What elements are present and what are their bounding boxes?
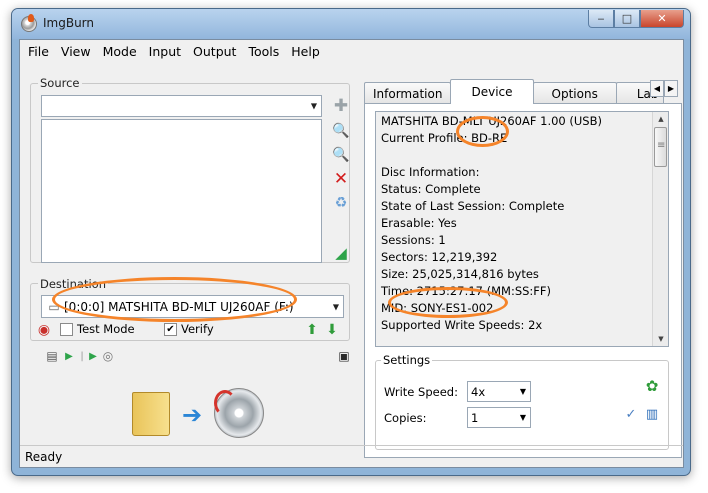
tab-options-label: Options: [551, 86, 598, 101]
source-label: Source: [38, 76, 82, 90]
copies-label: Copies:: [384, 411, 427, 425]
test-mode-checkbox[interactable]: Test Mode: [60, 322, 135, 336]
device-info-scrollbar[interactable]: ▲ ▼: [652, 112, 668, 346]
device-info-line: Size: 25,025,314,816 bytes: [381, 267, 539, 281]
chevron-down-icon: ▼: [519, 413, 526, 422]
arrow-right-icon: ➔: [182, 401, 203, 429]
minimize-button[interactable]: ‒: [588, 10, 614, 28]
source-combo[interactable]: ▼: [41, 95, 322, 117]
destination-value: [0:0:0] MATSHITA BD-MLT UJ260AF (F:): [64, 299, 294, 314]
tab-device[interactable]: Device: [450, 79, 534, 104]
console-icon[interactable]: ▣: [336, 348, 352, 364]
status-bar: Ready: [20, 445, 683, 467]
write-speed-value: 4x: [471, 384, 486, 399]
arrow-up-icon[interactable]: ⬆: [304, 322, 320, 338]
destination-label: Destination: [38, 277, 108, 291]
recycle-gear-icon[interactable]: ✿: [644, 377, 660, 395]
tab-device-label: Device: [471, 85, 513, 99]
device-info-line: Current Profile: BD-RE: [381, 131, 508, 145]
maximize-button[interactable]: □: [614, 10, 640, 28]
device-info-line: Status: Complete: [381, 182, 481, 196]
write-speed-select[interactable]: 4x ▼: [467, 381, 531, 402]
log-icon[interactable]: ▤: [44, 348, 60, 364]
settings-label: Settings: [381, 353, 433, 367]
imgburn-app-icon[interactable]: [21, 14, 37, 32]
copies-value: 1: [471, 410, 479, 425]
browse-folder-icon[interactable]: 🔍: [332, 147, 349, 163]
write-speed-label: Write Speed:: [384, 385, 458, 399]
verify-checkbox[interactable]: ✔ Verify: [164, 322, 214, 336]
device-info-line: Sectors: 12,219,392: [381, 250, 498, 264]
book-icon[interactable]: ▥: [644, 406, 660, 422]
device-info-line: State of Last Session: Complete: [381, 199, 565, 213]
calculate-icon[interactable]: ◢: [333, 244, 349, 262]
settings-group: [375, 360, 669, 450]
client-area: File View Mode Input Output Tools Help S…: [19, 39, 684, 468]
disc-icon[interactable]: ◎: [100, 348, 116, 364]
menu-view[interactable]: View: [55, 44, 97, 59]
tab-scroll: ◀ ▶: [650, 80, 678, 97]
scroll-thumb[interactable]: [654, 127, 667, 167]
title-bar[interactable]: ImgBurn ‒ □ ✕: [12, 9, 690, 39]
destination-combo[interactable]: ▭ [0:0:0] MATSHITA BD-MLT UJ260AF (F:) ▼: [41, 295, 344, 318]
menu-mode[interactable]: Mode: [97, 44, 143, 59]
verify-box[interactable]: ✔: [164, 322, 177, 336]
verify-label: Verify: [181, 322, 214, 336]
chevron-left-icon[interactable]: ◀: [650, 80, 664, 97]
device-info-line: MID: SONY-ES1-002: [381, 301, 494, 315]
tab-information[interactable]: Information: [364, 82, 452, 104]
device-info-line: Sessions: 1: [381, 233, 446, 247]
source-file-list[interactable]: [41, 119, 322, 263]
test-mode-box[interactable]: [60, 322, 73, 336]
left-panel: Source ▼ ✚ 🔍 🔍 ✕ ♻ ◢ Destination ▭ [0:0:…: [24, 66, 354, 456]
device-info-box[interactable]: MATSHITA BD-MLT UJ260AF 1.00 (USB) Curre…: [375, 111, 669, 347]
chevron-right-icon[interactable]: ▶: [664, 80, 678, 97]
drive-icon: ▭: [48, 299, 60, 314]
browse-icon[interactable]: 🔍: [332, 123, 349, 139]
device-info-line: Disc Information:: [381, 165, 480, 179]
scroll-up-icon[interactable]: ▲: [653, 112, 668, 126]
chevron-down-icon: ▼: [310, 101, 317, 111]
folder-to-disc-graphic: ➔: [132, 388, 272, 440]
device-info-line: Time: 2715:27:17 (MM:SS:FF): [381, 284, 552, 298]
menu-help[interactable]: Help: [285, 44, 326, 59]
chevron-down-icon: ▼: [519, 387, 526, 396]
menu-output[interactable]: Output: [187, 44, 242, 59]
device-info-line: Erasable: Yes: [381, 216, 457, 230]
device-info-line: Supported Write Speeds: 2x: [381, 318, 543, 332]
tab-information-label: Information: [373, 86, 443, 101]
add-file-icon[interactable]: ✚: [333, 96, 349, 116]
copies-select[interactable]: 1 ▼: [467, 407, 531, 428]
tab-options[interactable]: Options: [532, 82, 617, 104]
disc-check-icon[interactable]: ✓: [623, 406, 639, 422]
menu-bar: File View Mode Input Output Tools Help: [20, 40, 683, 62]
device-tab-page: MATSHITA BD-MLT UJ260AF 1.00 (USB) Curre…: [364, 103, 682, 458]
window-controls: ‒ □ ✕: [588, 10, 684, 28]
tab-strip: Information Device Options Lab: [364, 79, 664, 104]
folder-icon: [132, 392, 170, 436]
right-panel: Information Device Options Lab ◀ ▶ MATSH…: [364, 66, 682, 458]
play-icon[interactable]: ▶: [85, 348, 101, 364]
window-title: ImgBurn: [43, 16, 95, 30]
clear-list-icon[interactable]: ♻: [333, 195, 349, 211]
device-info-line: MATSHITA BD-MLT UJ260AF 1.00 (USB): [381, 114, 602, 128]
app-window: ImgBurn ‒ □ ✕ File View Mode Input Outpu…: [11, 8, 691, 476]
flame-icon: [214, 390, 236, 416]
menu-input[interactable]: Input: [143, 44, 187, 59]
erase-disc-icon[interactable]: ◉: [36, 322, 52, 338]
arrow-down-icon[interactable]: ⬇: [324, 322, 340, 338]
test-mode-label: Test Mode: [77, 322, 135, 336]
chevron-down-icon: ▼: [332, 302, 339, 311]
remove-icon[interactable]: ✕: [333, 169, 349, 189]
scroll-down-icon[interactable]: ▼: [653, 332, 668, 346]
menu-tools[interactable]: Tools: [242, 44, 285, 59]
close-button[interactable]: ✕: [640, 10, 684, 28]
status-text: Ready: [25, 449, 63, 464]
menu-file[interactable]: File: [22, 44, 55, 59]
